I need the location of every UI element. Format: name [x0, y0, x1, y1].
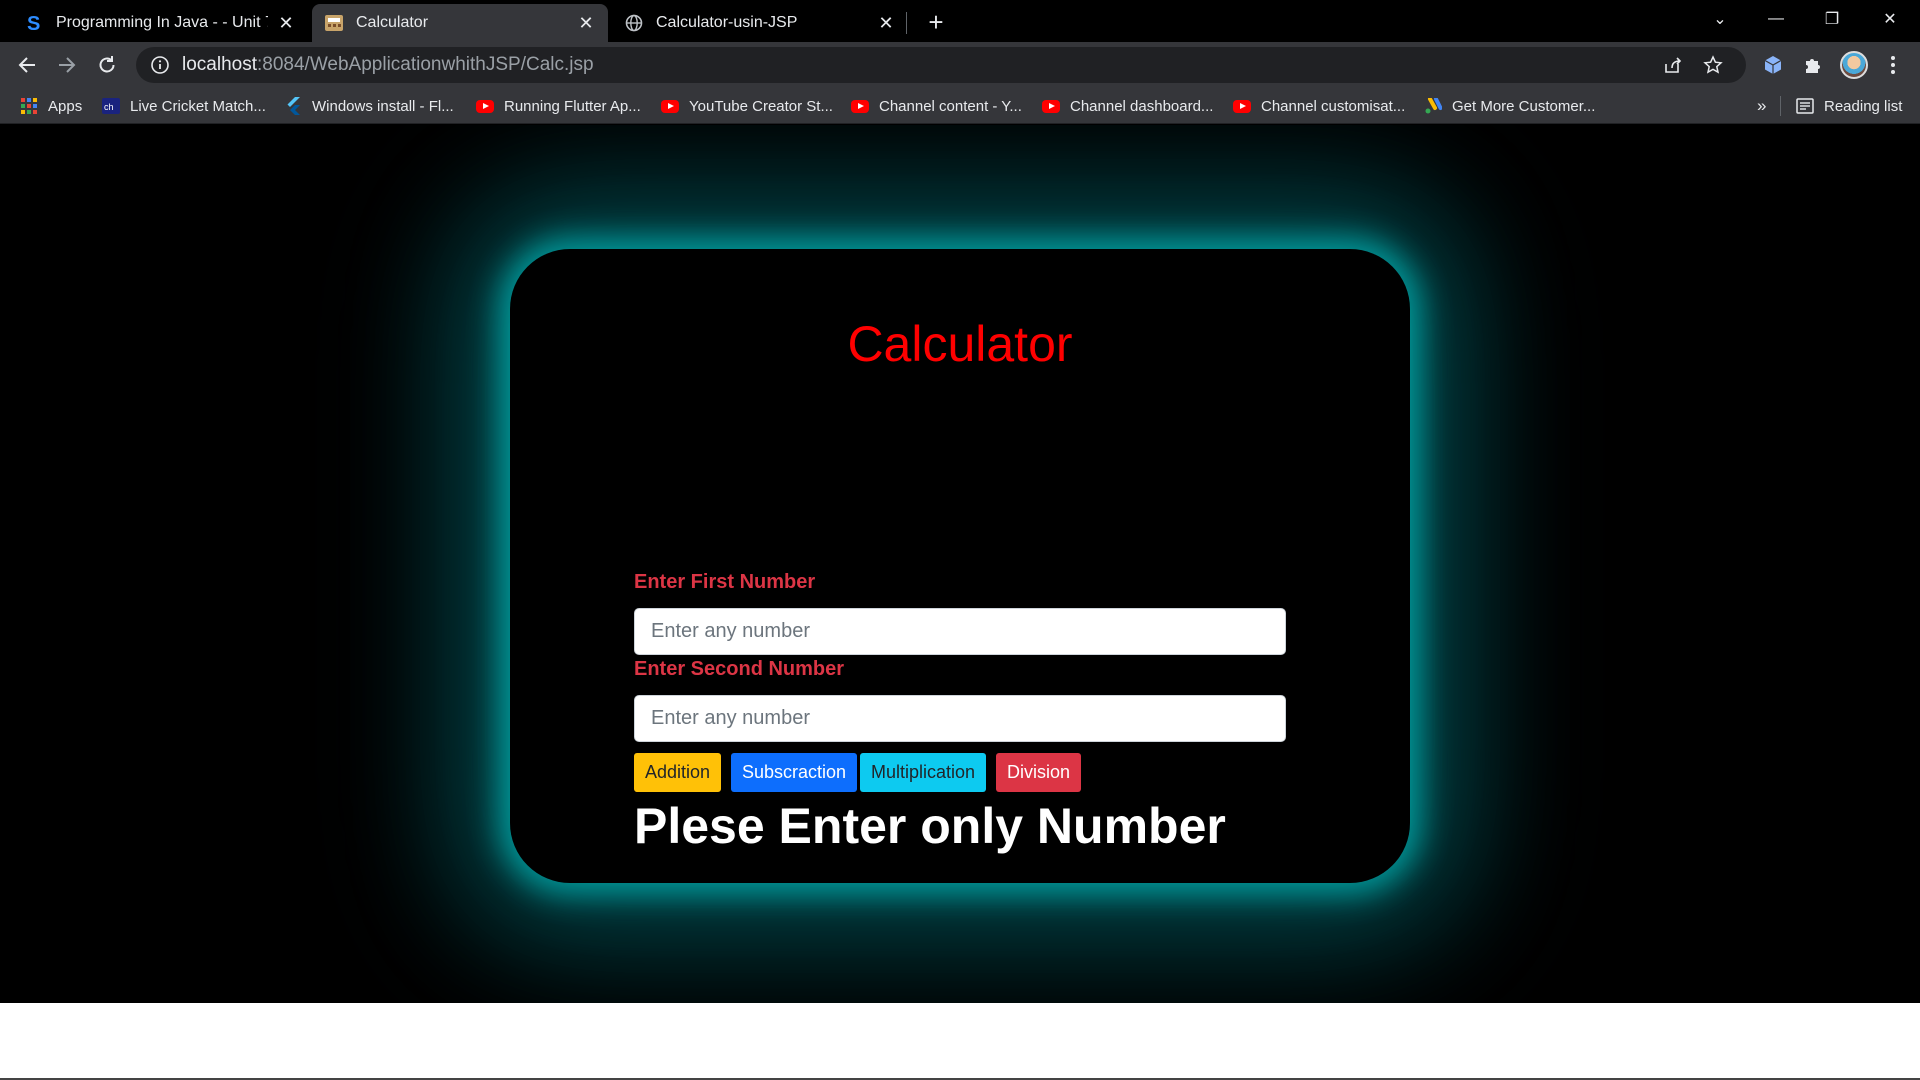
- bookmark-label: Running Flutter Ap...: [504, 97, 641, 115]
- reload-icon: [99, 56, 115, 73]
- youtube-icon: [1042, 97, 1060, 115]
- bookmark-label: Channel content - Y...: [879, 97, 1022, 115]
- apps-grid-icon: [20, 97, 38, 115]
- back-button[interactable]: [11, 49, 43, 81]
- division-button[interactable]: Division: [996, 753, 1082, 792]
- close-tab-icon[interactable]: ✕: [576, 13, 596, 33]
- tab-calculator[interactable]: Calculator ✕: [312, 4, 608, 42]
- bookmarks-bar: Apps ch Live Cricket Match... Windows in…: [0, 88, 1920, 124]
- bookmark-label: Channel dashboard...: [1070, 97, 1214, 115]
- url-host: localhost: [182, 54, 257, 75]
- tab-separator: [906, 12, 907, 34]
- bookmark-live-cricket[interactable]: ch Live Cricket Match...: [102, 88, 266, 124]
- bookmarks-divider: [1780, 96, 1781, 116]
- bookmark-running-flutter[interactable]: Running Flutter Ap...: [476, 88, 641, 124]
- bookmark-label: Apps: [48, 97, 83, 115]
- bookmark-label: Live Cricket Match...: [130, 97, 266, 115]
- first-number-label: Enter First Number: [634, 571, 816, 593]
- back-arrow-icon: [18, 57, 35, 73]
- result-message: Plese Enter only Number: [634, 798, 1226, 854]
- bookmark-get-more-customer[interactable]: Get More Customer...: [1424, 88, 1595, 124]
- close-window-button[interactable]: ✕: [1862, 0, 1918, 38]
- second-number-label: Enter Second Number: [634, 658, 845, 680]
- bookmark-channel-customisation[interactable]: Channel customisat...: [1233, 88, 1405, 124]
- page-title: Calculator: [847, 316, 1073, 372]
- tab-title: Calculator-usin-JSP: [656, 14, 798, 31]
- bookmark-label: Channel customisat...: [1261, 97, 1406, 115]
- bookmark-apps[interactable]: Apps: [20, 88, 82, 124]
- more-bookmarks-button[interactable]: »: [1757, 88, 1766, 124]
- bookmark-windows-install[interactable]: Windows install - Fl...: [284, 88, 454, 124]
- browser-toolbar: localhost:8084/WebApplicationwhithJSP/Ca…: [0, 42, 1920, 88]
- extensions-puzzle-icon[interactable]: [1800, 52, 1826, 78]
- tab-search-button[interactable]: ⌄: [1692, 0, 1748, 38]
- tab-calculator-usin-jsp[interactable]: Calculator-usin-JSP ✕: [612, 4, 908, 42]
- reading-list-label: Reading list: [1824, 97, 1903, 115]
- bookmark-label: Windows install - Fl...: [312, 97, 454, 115]
- google-ads-icon: [1424, 97, 1442, 115]
- share-icon[interactable]: [1662, 54, 1684, 76]
- svg-text:S: S: [27, 13, 40, 33]
- first-number-input[interactable]: [634, 608, 1286, 655]
- calculator-card: Calculator Enter First Number Enter Seco…: [510, 249, 1410, 883]
- cricket-icon: ch: [102, 97, 120, 115]
- multiplication-button[interactable]: Multiplication: [860, 753, 987, 792]
- tab-programming-in-java[interactable]: S Programming In Java - - Unit 7 - ✕: [12, 4, 308, 42]
- bookmark-star-icon[interactable]: [1702, 54, 1724, 76]
- profile-avatar[interactable]: [1840, 51, 1868, 79]
- extension-cube-icon[interactable]: [1760, 52, 1786, 78]
- flutter-icon: [284, 97, 302, 115]
- url-path: :8084/WebApplicationwhithJSP/Calc.jsp: [257, 54, 594, 75]
- new-tab-button[interactable]: +: [920, 6, 952, 38]
- address-bar[interactable]: localhost:8084/WebApplicationwhithJSP/Ca…: [136, 47, 1746, 83]
- svg-text:ch: ch: [104, 102, 114, 112]
- reload-button[interactable]: [91, 49, 123, 81]
- tab-title: Programming In Java - - Unit 7 -: [56, 14, 268, 31]
- youtube-icon: [661, 97, 679, 115]
- s-logo-icon: S: [24, 13, 44, 33]
- reading-list-icon: [1796, 97, 1814, 115]
- browser-window: S Programming In Java - - Unit 7 - ✕ Cal…: [0, 0, 1920, 1003]
- globe-icon: [624, 13, 644, 33]
- subtraction-button[interactable]: Subscraction: [731, 753, 858, 792]
- bookmark-label: Get More Customer...: [1452, 97, 1596, 115]
- addition-button[interactable]: Addition: [634, 753, 722, 792]
- menu-kebab-icon[interactable]: [1880, 52, 1906, 78]
- minimize-button[interactable]: —: [1748, 0, 1804, 38]
- forward-button[interactable]: [51, 49, 83, 81]
- close-tab-icon[interactable]: ✕: [876, 13, 896, 33]
- tab-title: Calculator: [356, 14, 429, 31]
- bookmark-youtube-creator[interactable]: YouTube Creator St...: [661, 88, 833, 124]
- youtube-icon: [476, 97, 494, 115]
- bookmark-channel-dashboard[interactable]: Channel dashboard...: [1042, 88, 1213, 124]
- second-number-input[interactable]: [634, 695, 1286, 742]
- restore-button[interactable]: ❐: [1804, 0, 1860, 38]
- taskbar-area: [0, 1003, 1920, 1080]
- youtube-icon: [1233, 97, 1251, 115]
- site-info-icon[interactable]: [150, 55, 170, 75]
- forward-arrow-icon: [59, 57, 76, 73]
- youtube-icon: [851, 97, 869, 115]
- page-viewport: Calculator Enter First Number Enter Seco…: [0, 125, 1920, 1003]
- calculator-favicon-icon: [324, 13, 344, 33]
- bookmark-label: YouTube Creator St...: [689, 97, 833, 115]
- tab-strip: S Programming In Java - - Unit 7 - ✕ Cal…: [0, 0, 1920, 42]
- close-tab-icon[interactable]: ✕: [276, 13, 296, 33]
- reading-list-button[interactable]: Reading list: [1796, 88, 1902, 124]
- bookmark-channel-content[interactable]: Channel content - Y...: [851, 88, 1022, 124]
